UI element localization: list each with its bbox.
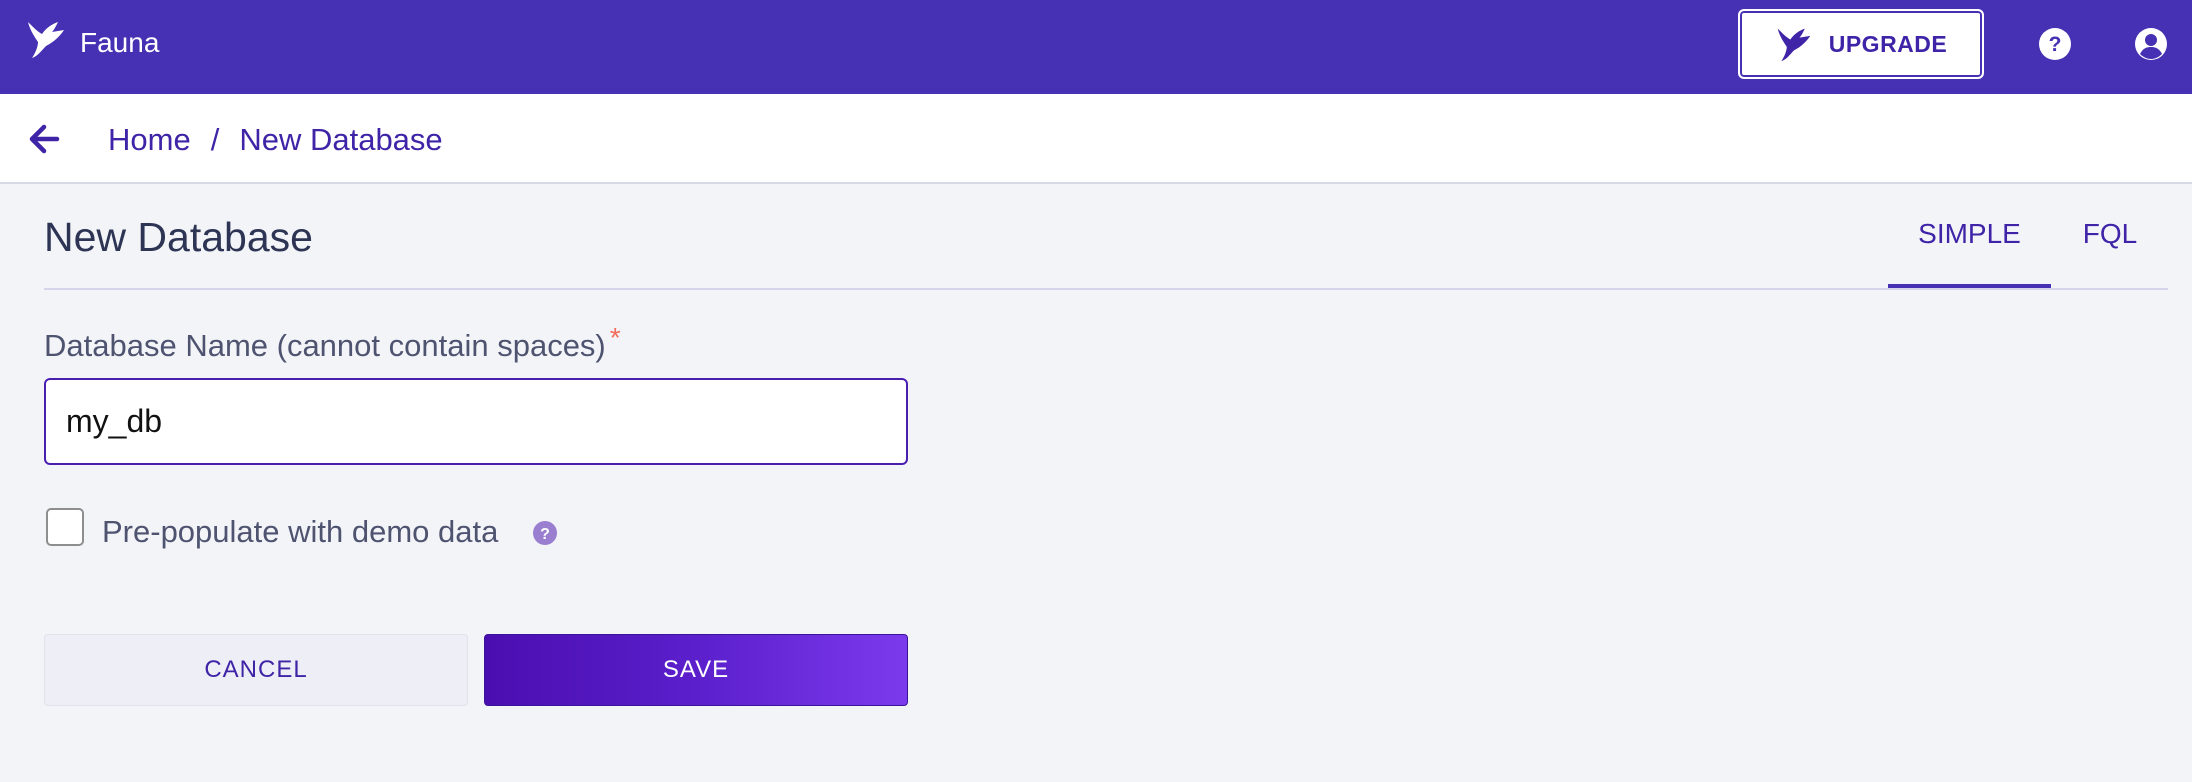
help-icon[interactable]: ? (2038, 27, 2072, 61)
breadcrumb-home[interactable]: Home (108, 122, 191, 158)
brand-name: Fauna (80, 27, 160, 58)
svg-text:?: ? (2049, 33, 2062, 56)
fauna-bird-icon (28, 22, 64, 58)
database-name-label-text: Database Name (cannot contain spaces) (44, 328, 606, 363)
database-name-input[interactable] (44, 378, 908, 465)
fauna-bird-icon (1777, 28, 1811, 62)
breadcrumb: Home / New Database (108, 122, 443, 158)
upgrade-label: UPGRADE (1828, 30, 1948, 57)
back-arrow-icon[interactable] (28, 124, 60, 154)
tabs-divider (44, 288, 2168, 290)
brand[interactable]: Fauna (26, 18, 159, 60)
upgrade-button[interactable]: UPGRADE (1738, 9, 1984, 79)
top-navigation-bar: Fauna UPGRADE ? (0, 0, 2192, 94)
breadcrumb-separator: / (210, 122, 220, 157)
svg-text:?: ? (540, 526, 550, 543)
required-marker: * (609, 322, 621, 353)
breadcrumb-bar: Home / New Database (0, 94, 2192, 184)
page-title: New Database (44, 214, 313, 260)
account-icon[interactable] (2134, 27, 2168, 61)
demo-data-checkbox[interactable] (46, 508, 84, 546)
save-button[interactable]: SAVE (484, 634, 908, 706)
tab-simple[interactable]: SIMPLE (1888, 214, 2051, 290)
demo-data-label: Pre-populate with demo data (102, 514, 499, 549)
tab-fql[interactable]: FQL (2082, 214, 2138, 290)
breadcrumb-current: New Database (239, 122, 443, 157)
help-icon[interactable]: ? (532, 520, 558, 546)
database-name-label: Database Name (cannot contain spaces) * (44, 322, 621, 364)
cancel-button[interactable]: CANCEL (44, 634, 468, 706)
